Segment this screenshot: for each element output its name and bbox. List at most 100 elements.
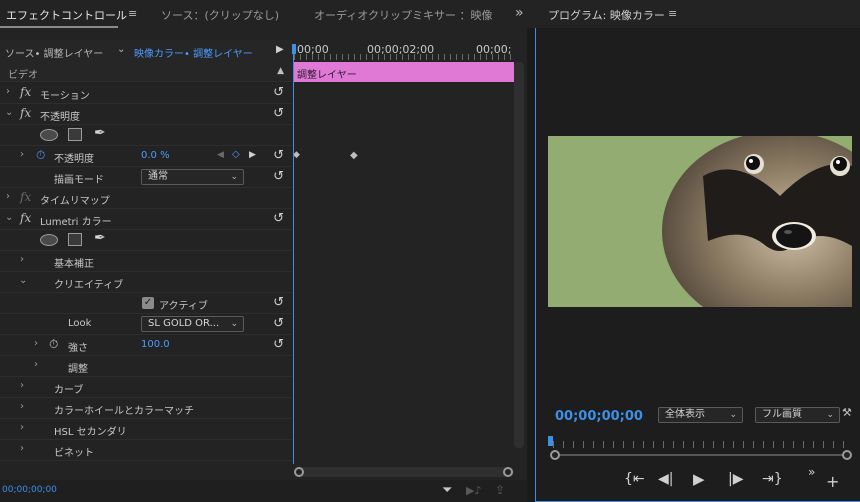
program-zoom-handle-left[interactable] <box>550 450 560 460</box>
tab-source[interactable]: ソース：(クリップなし) <box>161 7 279 23</box>
lumetri-section-vignette[interactable]: › ビネット <box>0 440 292 461</box>
play-triangle-icon[interactable]: ▶ <box>276 44 284 55</box>
overflow-icon[interactable]: » <box>808 465 815 479</box>
lumetri-label: Lumetri カラー <box>40 217 112 228</box>
zoom-handle-right[interactable] <box>503 467 513 477</box>
go-to-in-icon[interactable]: {⇤ <box>624 471 645 487</box>
filter-icon[interactable]: ⏷ <box>442 483 452 498</box>
effect-row-opacity[interactable]: ⌄ fx 不透明度 ↺ <box>0 104 292 125</box>
reset-icon[interactable]: ↺ <box>273 295 284 310</box>
go-to-out-icon[interactable]: ⇥} <box>762 471 783 487</box>
chevron-right-icon[interactable]: › <box>20 149 24 160</box>
next-keyframe-icon[interactable]: ▶ <box>249 150 256 160</box>
tab-audio-clip-mixer[interactable]: オーディオクリップミキサー ：映像カ <box>314 7 492 23</box>
play-icon[interactable]: ▶ <box>693 470 705 488</box>
effect-row-lumetri[interactable]: ⌄ fx Lumetri カラー ↺ <box>0 209 292 230</box>
reset-icon[interactable]: ↺ <box>273 85 284 100</box>
curves-label: カーブ <box>54 385 84 396</box>
chevron-down-icon[interactable]: ⌄ <box>5 107 13 118</box>
stopwatch-icon[interactable]: ⏱ <box>36 148 45 163</box>
reset-icon[interactable]: ↺ <box>273 337 284 352</box>
playhead-marker[interactable] <box>292 44 296 54</box>
reset-icon[interactable]: ↺ <box>273 316 284 331</box>
chevron-right-icon[interactable]: › <box>20 443 24 454</box>
program-zoom-handle-right[interactable] <box>842 450 852 460</box>
look-dropdown[interactable]: SL GOLD OR... ⌄ <box>141 316 244 332</box>
step-back-icon[interactable]: ◀| <box>658 471 673 487</box>
chevron-right-icon[interactable]: › <box>20 422 24 433</box>
rectangle-mask-icon[interactable] <box>68 233 82 246</box>
lumetri-section-creative[interactable]: ⌄ クリエイティブ <box>0 272 292 293</box>
program-zoom-bar[interactable] <box>555 454 848 456</box>
timeline-clip[interactable]: 調整レイヤー <box>294 62 514 82</box>
panel-menu-icon[interactable]: ≡ <box>128 7 137 20</box>
clip-header: ソース• 調整レイヤー ⌄ 映像カラー• 調整レイヤー ▶ <box>0 40 292 62</box>
play-audio-icon: ▶♪ <box>466 484 482 497</box>
fx-icon[interactable]: fx <box>20 211 31 225</box>
rectangle-mask-icon[interactable] <box>68 128 82 141</box>
program-playhead[interactable] <box>548 436 553 446</box>
program-menu-icon[interactable]: ≡ <box>668 7 677 20</box>
reset-icon[interactable]: ↺ <box>273 169 284 184</box>
reset-icon[interactable]: ↺ <box>273 148 284 163</box>
program-video-frame[interactable] <box>548 136 852 307</box>
effect-row-time-remap[interactable]: › fx タイムリマップ <box>0 188 292 209</box>
playhead-line[interactable] <box>293 44 294 464</box>
adjust-label: 調整 <box>68 364 88 375</box>
zoom-level-dropdown[interactable]: 全体表示 ⌄ <box>658 407 743 423</box>
reset-icon[interactable]: ↺ <box>273 106 284 121</box>
hsl-label: HSL セカンダリ <box>54 427 127 438</box>
chevron-right-icon[interactable]: › <box>20 254 24 265</box>
fx-icon[interactable]: fx <box>20 85 31 99</box>
chevron-right-icon[interactable]: › <box>6 191 10 202</box>
chevron-right-icon[interactable]: › <box>34 359 38 370</box>
chevron-right-icon[interactable]: › <box>34 338 38 349</box>
panel-tab-bar: エフェクトコントロール ≡ ソース：(クリップなし) オーディオクリップミキサー… <box>0 0 860 28</box>
fx-icon[interactable]: fx <box>20 106 31 120</box>
lumetri-section-color-wheels[interactable]: › カラーホイールとカラーマッチ <box>0 398 292 419</box>
lumetri-section-hsl[interactable]: › HSL セカンダリ <box>0 419 292 440</box>
reset-icon[interactable]: ↺ <box>273 211 284 226</box>
opacity-value[interactable]: 0.0 % <box>141 150 170 161</box>
pen-mask-icon[interactable]: ✒ <box>94 230 106 246</box>
timeline-zoom-scrollbar[interactable] <box>294 467 514 477</box>
look-label: Look <box>68 318 92 329</box>
blend-mode-dropdown[interactable]: 通常 ⌄ <box>141 169 244 185</box>
keyframe-icon[interactable]: ◆ <box>350 150 358 161</box>
chevron-right-icon[interactable]: › <box>20 380 24 391</box>
prev-keyframe-icon[interactable]: ◀ <box>217 150 224 160</box>
stopwatch-icon[interactable]: ⏱ <box>49 337 58 352</box>
playback-resolution-dropdown[interactable]: フル画質 ⌄ <box>755 407 840 423</box>
collapse-up-icon[interactable]: ▲ <box>277 66 284 76</box>
lumetri-section-curves[interactable]: › カーブ <box>0 377 292 398</box>
program-time-ruler[interactable] <box>553 441 848 448</box>
tab-program[interactable]: プログラム: 映像カラー <box>548 7 665 23</box>
vertical-scrollbar[interactable] <box>514 62 524 448</box>
lumetri-section-basic[interactable]: › 基本補正 <box>0 251 292 272</box>
sequence-clip-label[interactable]: 映像カラー• 調整レイヤー <box>134 45 253 60</box>
blend-mode-label: 描画モード <box>54 175 104 186</box>
chevron-down-icon[interactable]: ⌄ <box>5 212 13 223</box>
creative-adjust-row[interactable]: › 調整 <box>0 356 292 377</box>
keyframe-icon[interactable]: ◆ <box>293 150 300 160</box>
chevron-down-icon[interactable]: ⌄ <box>117 44 125 55</box>
add-keyframe-icon[interactable]: ◇ <box>232 149 240 160</box>
chevron-right-icon[interactable]: › <box>6 86 10 97</box>
current-time-display[interactable]: 00;00;00;00 <box>2 485 57 495</box>
program-timecode[interactable]: 00;00;00;00 <box>555 409 643 424</box>
active-checkbox[interactable]: ✓ <box>142 297 154 309</box>
pen-mask-icon[interactable]: ✒ <box>94 125 106 141</box>
settings-wrench-icon[interactable]: ⚒ <box>842 406 852 419</box>
chevron-down-icon[interactable]: ⌄ <box>19 275 27 286</box>
tab-effect-controls[interactable]: エフェクトコントロール <box>6 7 127 23</box>
chevron-right-icon[interactable]: › <box>20 401 24 412</box>
zoom-handle-left[interactable] <box>294 467 304 477</box>
intensity-value[interactable]: 100.0 <box>141 339 170 350</box>
effect-row-motion[interactable]: › fx モーション ↺ <box>0 83 292 104</box>
ellipse-mask-icon[interactable] <box>40 234 58 246</box>
add-button-icon[interactable]: + <box>826 472 839 491</box>
overflow-icon[interactable]: » <box>515 5 524 21</box>
timeline-ruler-ticks <box>294 54 514 60</box>
ellipse-mask-icon[interactable] <box>40 129 58 141</box>
step-forward-icon[interactable]: |▶ <box>728 471 743 487</box>
